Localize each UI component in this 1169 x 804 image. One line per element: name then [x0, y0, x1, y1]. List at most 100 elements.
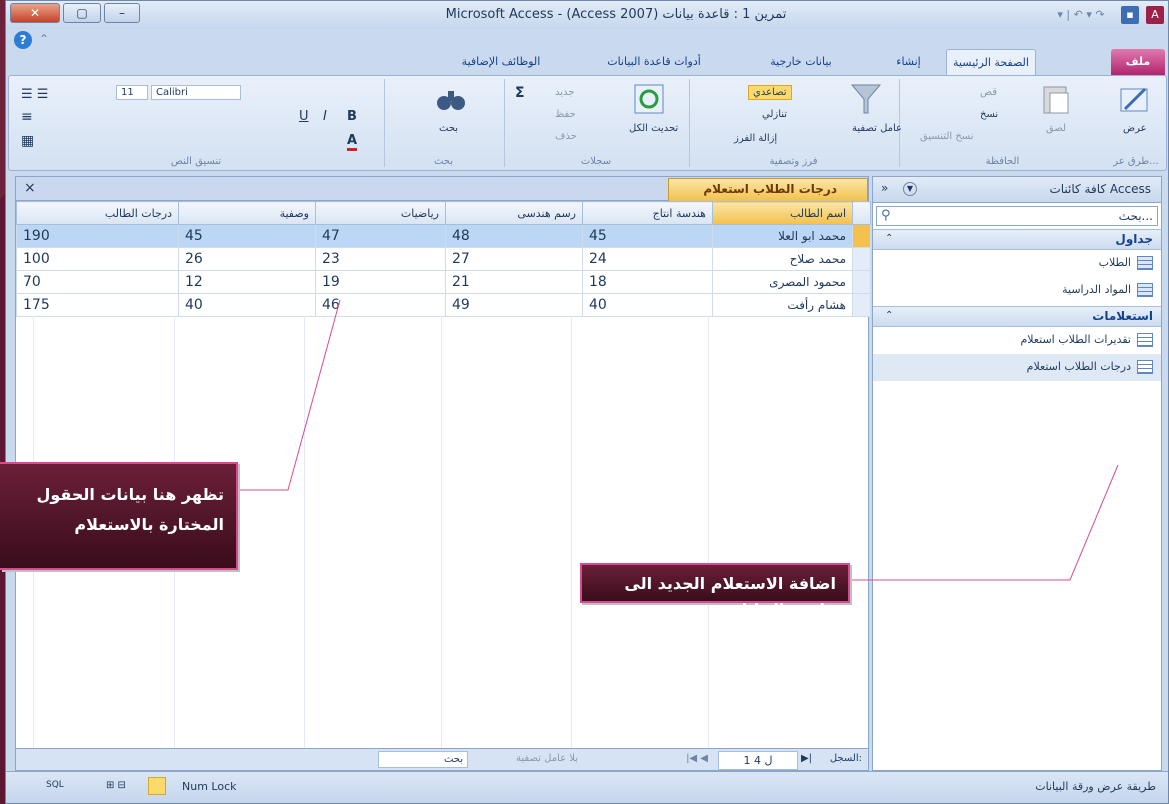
maximize-button[interactable]: ▢: [63, 3, 101, 23]
view-icon[interactable]: [1119, 83, 1151, 115]
table-cell[interactable]: محمد صلاح: [712, 247, 853, 271]
tab-addins[interactable]: الوظائف الإضافية: [446, 49, 556, 75]
table-cell[interactable]: 27: [445, 247, 583, 271]
column-header[interactable]: رياضيات: [315, 201, 446, 225]
nav-item-students-table[interactable]: الطلاب: [873, 250, 1161, 277]
access-app-icon[interactable]: A: [1146, 6, 1164, 24]
table-row[interactable]: هشام رأفت 40 49 46 40 175: [16, 293, 871, 317]
paste-button[interactable]: لصق: [1046, 123, 1066, 134]
totals-button[interactable]: Σ: [515, 85, 525, 101]
row-selector[interactable]: [852, 293, 871, 317]
save-icon[interactable]: ▪: [1121, 6, 1139, 24]
collapse-section-icon[interactable]: ⌃: [885, 233, 893, 244]
table-cell[interactable]: 49: [445, 293, 583, 317]
table-cell[interactable]: 46: [315, 293, 446, 317]
table-cell[interactable]: 47: [315, 224, 446, 248]
refresh-all-button[interactable]: تحديث الكل: [629, 123, 678, 134]
pivot-view-icons[interactable]: ⊞ ⊟: [106, 780, 126, 791]
table-cell[interactable]: 12: [178, 270, 316, 294]
datasheet-view-icon[interactable]: [148, 777, 166, 795]
close-button[interactable]: ✕: [10, 3, 60, 23]
alignment-icon[interactable]: ≡: [21, 109, 33, 125]
sort-descending-button[interactable]: تنازلي: [762, 109, 787, 120]
table-row[interactable]: محمود المصرى 18 21 19 12 70: [16, 270, 871, 294]
table-cell[interactable]: 45: [582, 224, 713, 248]
font-name-field[interactable]: Calibri: [151, 85, 241, 100]
clear-sort-button[interactable]: إزالة الفرز: [734, 133, 777, 144]
table-cell[interactable]: 70: [16, 270, 179, 294]
tab-home[interactable]: الصفحة الرئيسية: [946, 49, 1036, 75]
pane-menu-icon[interactable]: ▼: [903, 182, 917, 196]
row-selector[interactable]: [852, 224, 871, 248]
sql-view-icon[interactable]: SQL: [46, 780, 64, 790]
copy-button[interactable]: نسخ: [980, 109, 998, 120]
navigation-pane-header[interactable]: كافة كائنات Access » ▼: [873, 177, 1161, 203]
tab-external-data[interactable]: بيانات خارجية: [756, 49, 846, 75]
table-cell[interactable]: محمود المصرى: [712, 270, 853, 294]
tab-create[interactable]: إنشاء: [881, 49, 936, 75]
collapse-section-icon[interactable]: ⌃: [885, 310, 893, 321]
row-selector-header[interactable]: [852, 201, 871, 225]
binoculars-icon[interactable]: [435, 83, 467, 115]
column-header[interactable]: هندسة انتاج: [582, 201, 713, 225]
collapse-pane-icon[interactable]: »: [881, 181, 888, 195]
find-button[interactable]: بحث: [439, 123, 458, 134]
new-record-button[interactable]: جديد: [555, 87, 574, 98]
record-position-field[interactable]: 1 ل 4: [718, 751, 798, 770]
underline-button[interactable]: U: [299, 109, 309, 124]
view-button[interactable]: عرض: [1123, 123, 1147, 134]
table-row[interactable]: محمد صلاح 24 27 23 26 100: [16, 247, 871, 271]
close-document-icon[interactable]: ×: [24, 180, 36, 196]
table-cell[interactable]: 26: [178, 247, 316, 271]
table-cell[interactable]: 23: [315, 247, 446, 271]
save-record-button[interactable]: حفظ: [555, 109, 576, 120]
filter-status[interactable]: بلا عامل تصفية: [516, 753, 578, 764]
table-cell[interactable]: 100: [16, 247, 179, 271]
column-header[interactable]: درجات الطالب: [16, 201, 179, 225]
font-size-field[interactable]: 11: [116, 85, 148, 100]
row-selector[interactable]: [852, 247, 871, 271]
table-cell[interactable]: 48: [445, 224, 583, 248]
table-cell[interactable]: 40: [582, 293, 713, 317]
document-tab[interactable]: درجات الطلاب استعلام: [668, 178, 868, 201]
first-record-icon[interactable]: |◀ ◀: [686, 753, 708, 764]
list-icons[interactable]: ☰ ☰: [21, 87, 48, 102]
row-selector[interactable]: [852, 270, 871, 294]
column-header[interactable]: وصفية: [178, 201, 316, 225]
cut-button[interactable]: قص: [980, 87, 997, 98]
nav-item-subjects-table[interactable]: المواد الدراسية: [873, 277, 1161, 304]
table-cell[interactable]: 175: [16, 293, 179, 317]
table-cell[interactable]: 40: [178, 293, 316, 317]
table-cell[interactable]: 18: [582, 270, 713, 294]
filter-button[interactable]: عامل تصفية: [852, 123, 902, 134]
sort-ascending-button[interactable]: تصاعدي: [748, 85, 792, 100]
table-cell[interactable]: 21: [445, 270, 583, 294]
quick-access-toolbar[interactable]: ▾ | ↶ ▾ ↷: [1046, 6, 1116, 24]
paste-icon[interactable]: [1040, 83, 1072, 115]
table-cell[interactable]: 190: [16, 224, 179, 248]
tab-database-tools[interactable]: أدوات قاعدة البيانات: [594, 49, 714, 75]
column-header[interactable]: اسم الطالب: [712, 201, 853, 225]
filter-icon[interactable]: [850, 83, 882, 115]
help-icon[interactable]: ?: [14, 31, 32, 49]
table-cell[interactable]: 19: [315, 270, 446, 294]
refresh-icon[interactable]: [633, 83, 665, 115]
tab-file[interactable]: ملف: [1111, 49, 1165, 75]
table-cell[interactable]: هشام رأفت: [712, 293, 853, 317]
nav-item-scores-query[interactable]: درجات الطلاب استعلام: [873, 354, 1161, 381]
section-queries[interactable]: استعلامات ⌃: [873, 306, 1161, 327]
record-search-input[interactable]: بحث: [378, 751, 468, 768]
italic-button[interactable]: I: [323, 109, 327, 124]
column-header[interactable]: رسم هندسى: [445, 201, 583, 225]
table-cell[interactable]: محمد ابو العلا: [712, 224, 853, 248]
delete-record-button[interactable]: حذف: [555, 131, 577, 142]
table-cell[interactable]: 45: [178, 224, 316, 248]
bold-button[interactable]: B: [347, 109, 357, 124]
minimize-button[interactable]: –: [104, 3, 140, 23]
minimize-ribbon-icon[interactable]: ⌃: [39, 32, 49, 46]
table-row[interactable]: محمد ابو العلا 45 48 47 45 190: [16, 224, 871, 248]
last-record-icon[interactable]: ▶|: [801, 753, 812, 764]
format-painter-button[interactable]: نسخ التنسيق: [920, 131, 973, 142]
search-icon[interactable]: ⚲: [881, 208, 891, 223]
navigation-search-input[interactable]: بحث... ⚲: [876, 206, 1158, 226]
